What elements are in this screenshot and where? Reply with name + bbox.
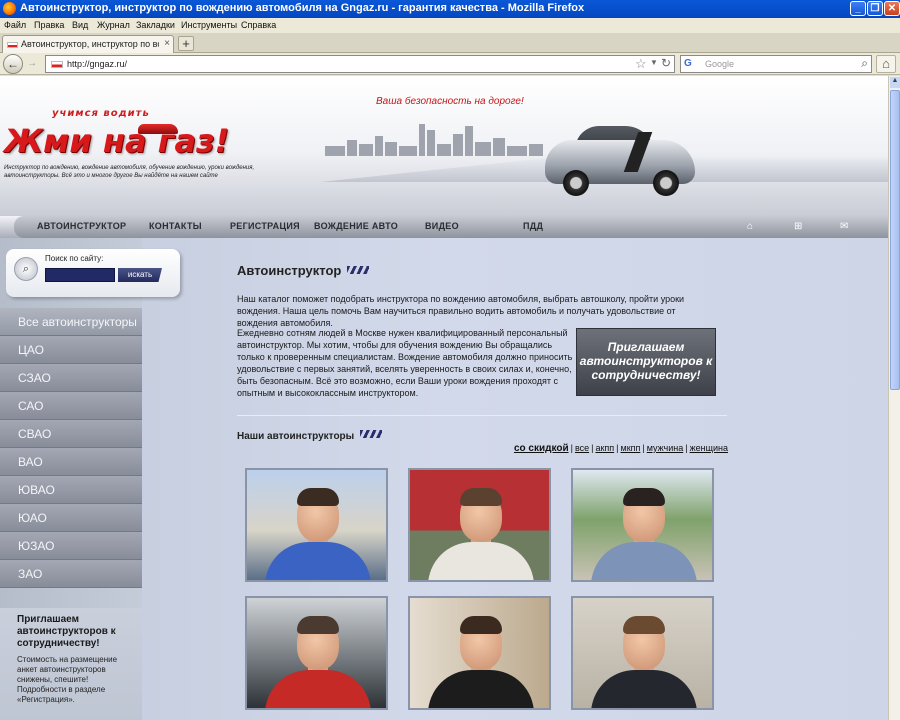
filter-all[interactable]: все xyxy=(575,443,589,453)
address-bar[interactable]: http://gngaz.ru/ ☆ ▼ ↻ xyxy=(45,55,675,73)
district-all[interactable]: Все автоинструкторы xyxy=(0,308,142,336)
site-favicon-icon xyxy=(51,61,63,68)
sports-car-image xyxy=(545,126,697,198)
main-content: Автоинструктор Наш каталог поможет подоб… xyxy=(142,238,888,720)
google-icon[interactable]: G xyxy=(684,58,692,69)
back-button[interactable]: ← xyxy=(3,54,23,74)
instructor-photo[interactable] xyxy=(245,468,388,582)
nav-pdd[interactable]: ПДД xyxy=(523,221,543,231)
close-button[interactable]: ✕ xyxy=(884,1,900,16)
filter-male[interactable]: мужчина xyxy=(647,443,684,453)
district-vao[interactable]: ВАО xyxy=(0,448,142,476)
site-logo[interactable]: Жми на газ! xyxy=(4,122,229,160)
scroll-up-icon[interactable]: ▲ xyxy=(890,77,900,88)
search-engine-placeholder: Google xyxy=(705,59,735,69)
instructor-filters: со скидкой | все | акпп | мкпп | мужчина | женщина xyxy=(513,443,728,454)
menu-history[interactable]: Журнал xyxy=(97,20,130,30)
title-slashes-icon xyxy=(347,266,370,274)
sidebar-promo-text: Стоимость на размещение анкет автоинстру… xyxy=(17,655,118,704)
city-skyline-image xyxy=(325,120,545,156)
sitemap-icon[interactable]: ⊞ xyxy=(794,221,802,232)
left-sidebar: Все автоинструкторы ЦАО СЗАО САО СВАО ВА… xyxy=(0,238,142,720)
main-navigation: АВТОИНСТРУКТОР КОНТАКТЫ РЕГИСТРАЦИЯ ВОЖД… xyxy=(0,216,888,238)
sidebar-promo-title[interactable]: Приглашаем автоинструкторов к сотрудниче… xyxy=(17,614,137,650)
home-icon[interactable]: ⌂ xyxy=(747,221,753,232)
district-szao[interactable]: СЗАО xyxy=(0,364,142,392)
district-zao[interactable]: ЗАО xyxy=(0,560,142,588)
sidebar-promo: Приглашаем автоинструкторов к сотрудниче… xyxy=(0,608,142,720)
district-yuvao[interactable]: ЮВАО xyxy=(0,476,142,504)
search-input[interactable] xyxy=(45,268,115,282)
menu-tools[interactable]: Инструменты xyxy=(181,20,237,30)
instructor-photo[interactable] xyxy=(408,468,551,582)
maximize-button[interactable]: ❐ xyxy=(867,1,883,16)
search-button[interactable]: искать xyxy=(118,268,162,282)
nav-video[interactable]: ВИДЕО xyxy=(425,221,459,231)
filter-discount[interactable]: со скидкой xyxy=(514,443,569,454)
nav-autoinstructor[interactable]: АВТОИНСТРУКТОР xyxy=(37,221,126,231)
instructor-photo[interactable] xyxy=(571,596,714,710)
site-search-box: ⌕ Поиск по сайту: искать xyxy=(6,249,180,297)
filter-female[interactable]: женщина xyxy=(690,443,728,453)
vertical-scrollbar[interactable]: ▲ xyxy=(888,76,900,720)
tab-active[interactable]: Автоинструктор, инструктор по вождени...… xyxy=(2,35,174,53)
page-viewport: учимся водить Жми на газ! Инструктор по … xyxy=(0,76,888,720)
window-titlebar: Автоинструктор, инструктор по вождению а… xyxy=(0,0,900,18)
district-yuzao[interactable]: ЮЗАО xyxy=(0,532,142,560)
menu-bookmarks[interactable]: Закладки xyxy=(136,20,175,30)
window-title: Автоинструктор, инструктор по вождению а… xyxy=(20,2,585,14)
firefox-icon xyxy=(3,2,16,15)
bookmark-star-icon[interactable]: ☆ xyxy=(635,56,647,72)
scrollbar-thumb[interactable] xyxy=(890,90,900,390)
reload-icon[interactable]: ↻ xyxy=(661,56,671,70)
section-title: Наши автоинструкторы xyxy=(237,430,383,442)
district-yuao[interactable]: ЮАО xyxy=(0,504,142,532)
district-cao[interactable]: ЦАО xyxy=(0,336,142,364)
invite-banner[interactable]: Приглашаем автоинструкторов к сотрудниче… xyxy=(576,328,716,396)
nav-registration[interactable]: РЕГИСТРАЦИЯ xyxy=(230,221,300,231)
mail-icon[interactable]: ✉ xyxy=(840,221,848,232)
history-dropdown-icon[interactable]: ▼ xyxy=(650,58,658,67)
magnifier-icon[interactable]: ⌕ xyxy=(861,56,868,71)
menu-bar: Файл Правка Вид Журнал Закладки Инструме… xyxy=(0,18,900,33)
search-label: Поиск по сайту: xyxy=(45,254,104,263)
body-text: Ежедневно сотням людей в Москве нужен кв… xyxy=(237,328,573,398)
menu-view[interactable]: Вид xyxy=(72,20,88,30)
site-header: учимся водить Жми на газ! Инструктор по … xyxy=(0,76,888,216)
address-url: http://gngaz.ru/ xyxy=(67,59,128,69)
section-slashes-icon xyxy=(360,430,383,438)
home-button[interactable]: ⌂ xyxy=(876,55,896,73)
menu-file[interactable]: Файл xyxy=(4,20,26,30)
site-tagline: Инструктор по вождению, вождение автомоб… xyxy=(4,165,255,179)
menu-edit[interactable]: Правка xyxy=(34,20,64,30)
navigation-toolbar: ← → http://gngaz.ru/ ☆ ▼ ↻ G Google ⌕ ⌂ xyxy=(0,53,900,75)
close-tab-icon[interactable]: × xyxy=(164,38,170,49)
nav-contacts[interactable]: КОНТАКТЫ xyxy=(149,221,202,231)
menu-help[interactable]: Справка xyxy=(241,20,276,30)
header-slogan: Ваша безопасность на дороге! xyxy=(376,96,524,107)
russian-flag-icon xyxy=(7,42,18,48)
filter-automatic[interactable]: акпп xyxy=(595,443,614,453)
tab-title: Автоинструктор, инструктор по вождени... xyxy=(21,39,159,49)
forward-button[interactable]: → xyxy=(25,57,39,71)
district-svao[interactable]: СВАО xyxy=(0,420,142,448)
instructor-photo[interactable] xyxy=(245,596,388,710)
page-title: Автоинструктор xyxy=(237,263,370,278)
intro-text: Наш каталог поможет подобрать инструктор… xyxy=(237,294,685,328)
minimize-button[interactable]: _ xyxy=(850,1,866,16)
logo-subtitle: учимся водить xyxy=(52,108,150,119)
nav-driving[interactable]: ВОЖДЕНИЕ АВТО xyxy=(314,221,398,231)
instructor-photo[interactable] xyxy=(408,596,551,710)
tab-bar: Автоинструктор, инструктор по вождени...… xyxy=(0,33,900,53)
search-engine-bar[interactable]: G Google ⌕ xyxy=(680,55,872,73)
search-icon[interactable]: ⌕ xyxy=(14,257,38,281)
district-sao[interactable]: САО xyxy=(0,392,142,420)
filter-manual[interactable]: мкпп xyxy=(621,443,641,453)
new-tab-button[interactable]: + xyxy=(178,36,194,51)
content-divider xyxy=(237,415,727,416)
instructor-photo[interactable] xyxy=(571,468,714,582)
